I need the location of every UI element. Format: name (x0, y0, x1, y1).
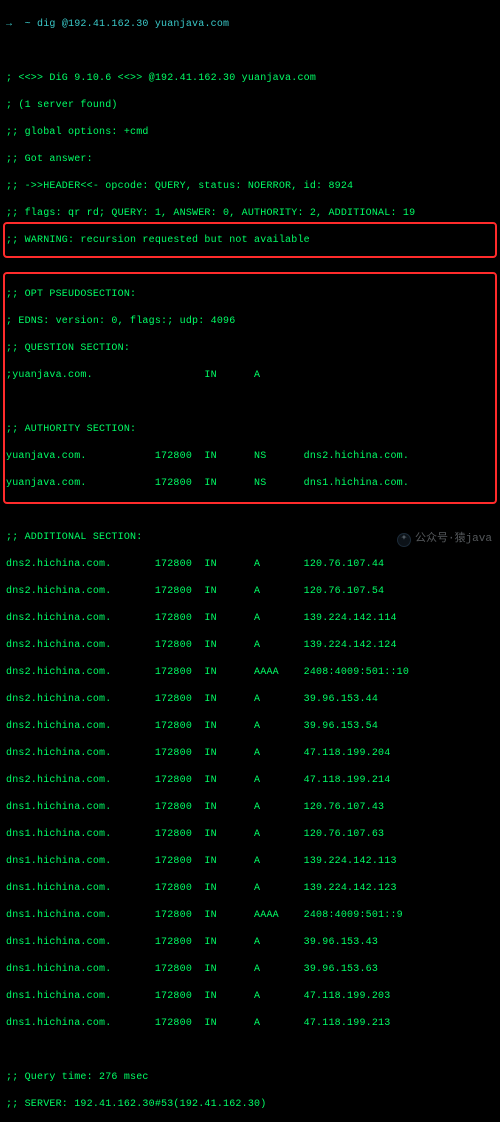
additional-row: dns2.hichina.com. 172800 IN A 47.118.199… (6, 747, 494, 761)
additional-row: dns1.hichina.com. 172800 IN A 120.76.107… (6, 801, 494, 815)
additional-row: dns1.hichina.com. 172800 IN A 120.76.107… (6, 828, 494, 842)
additional-row: dns1.hichina.com. 172800 IN AAAA 2408:40… (6, 909, 494, 923)
additional-row: dns2.hichina.com. 172800 IN A 39.96.153.… (6, 720, 494, 734)
blank-line (6, 45, 494, 59)
footer-line: ;; SERVER: 192.41.162.30#53(192.41.162.3… (6, 1098, 494, 1112)
authority-row: yuanjava.com. 172800 IN NS dns1.hichina.… (6, 477, 494, 491)
blank-line (6, 396, 494, 410)
additional-row: dns2.hichina.com. 172800 IN A 120.76.107… (6, 585, 494, 599)
additional-row: dns2.hichina.com. 172800 IN AAAA 2408:40… (6, 666, 494, 680)
blank-line (6, 504, 494, 518)
blank-line (6, 1044, 494, 1058)
additional-row: dns1.hichina.com. 172800 IN A 47.118.199… (6, 990, 494, 1004)
additional-row: dns2.hichina.com. 172800 IN A 139.224.14… (6, 612, 494, 626)
authority-row: yuanjava.com. 172800 IN NS dns2.hichina.… (6, 450, 494, 464)
terminal-output: → ~ dig @192.41.162.30 yuanjava.com ; <<… (0, 0, 500, 1122)
dig-header-line: ;; WARNING: recursion requested but not … (6, 234, 494, 248)
dig-header-line: ;; ->>HEADER<<- opcode: QUERY, status: N… (6, 180, 494, 194)
additional-row: dns1.hichina.com. 172800 IN A 139.224.14… (6, 882, 494, 896)
additional-row: dns2.hichina.com. 172800 IN A 39.96.153.… (6, 693, 494, 707)
dig-header-line: ;; Got answer: (6, 153, 494, 167)
command-text: dig @192.41.162.30 yuanjava.com (37, 19, 229, 30)
dig-header-line: ; (1 server found) (6, 99, 494, 113)
additional-row: dns1.hichina.com. 172800 IN A 47.118.199… (6, 1017, 494, 1031)
additional-row: dns1.hichina.com. 172800 IN A 39.96.153.… (6, 963, 494, 977)
watermark: ✦ 公众号·猿java (397, 532, 492, 547)
additional-row: dns1.hichina.com. 172800 IN A 139.224.14… (6, 855, 494, 869)
authority-section-header: ;; AUTHORITY SECTION: (6, 423, 494, 437)
additional-row: dns2.hichina.com. 172800 IN A 47.118.199… (6, 774, 494, 788)
additional-row: dns1.hichina.com. 172800 IN A 39.96.153.… (6, 936, 494, 950)
dig-header-line: ;; global options: +cmd (6, 126, 494, 140)
additional-row: dns2.hichina.com. 172800 IN A 139.224.14… (6, 639, 494, 653)
dig-header-line: ; <<>> DiG 9.10.6 <<>> @192.41.162.30 yu… (6, 72, 494, 86)
prompt-line: → ~ dig @192.41.162.30 yuanjava.com (6, 18, 494, 32)
watermark-icon: ✦ (397, 533, 411, 547)
opt-section-header: ;; OPT PSEUDOSECTION: (6, 288, 494, 302)
question-row: ;yuanjava.com. IN A (6, 369, 494, 383)
blank-line (6, 261, 494, 275)
question-section-header: ;; QUESTION SECTION: (6, 342, 494, 356)
prompt-arrow-icon: → (6, 19, 12, 30)
watermark-text: 公众号·猿java (415, 532, 492, 547)
dig-header-line: ;; flags: qr rd; QUERY: 1, ANSWER: 0, AU… (6, 207, 494, 221)
additional-row: dns2.hichina.com. 172800 IN A 120.76.107… (6, 558, 494, 572)
opt-section-line: ; EDNS: version: 0, flags:; udp: 4096 (6, 315, 494, 329)
prompt-cwd: ~ (25, 19, 31, 30)
footer-line: ;; Query time: 276 msec (6, 1071, 494, 1085)
